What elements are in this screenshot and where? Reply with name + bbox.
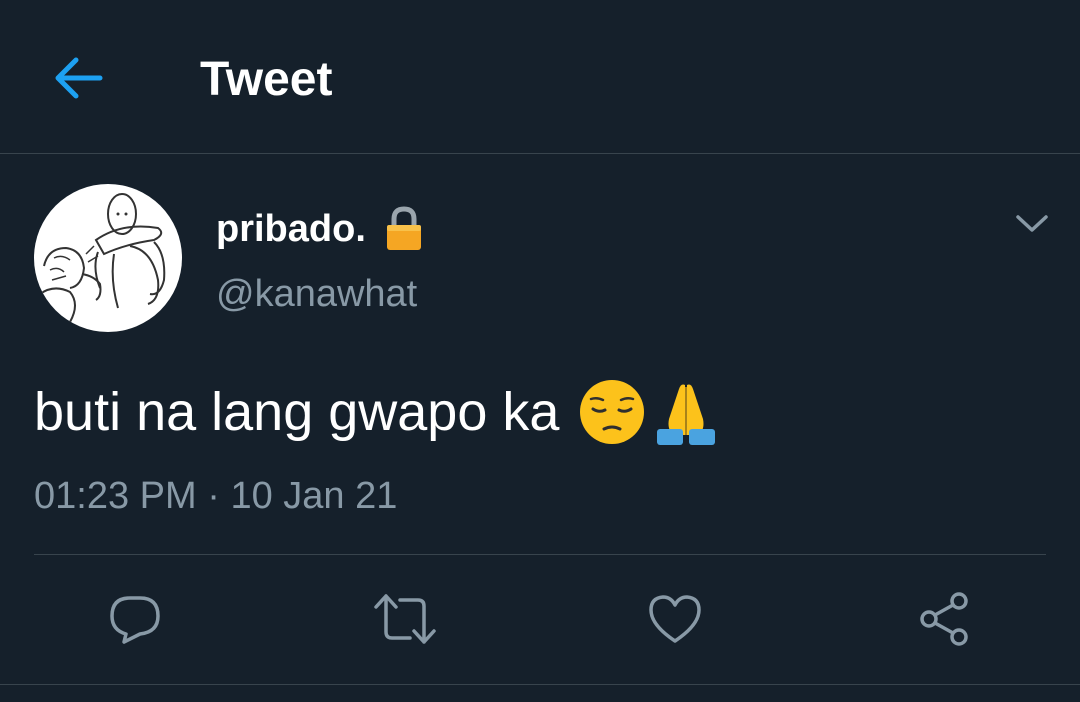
back-button[interactable] <box>42 46 114 110</box>
like-button[interactable] <box>642 586 708 652</box>
share-button[interactable] <box>912 586 978 652</box>
tweet-timestamp: 01:23 PM · 10 Jan 21 <box>34 472 397 520</box>
retweet-icon <box>374 594 436 644</box>
share-icon <box>920 592 968 646</box>
retweet-button[interactable] <box>372 586 438 652</box>
page-title: Tweet <box>200 53 333 106</box>
tweet-time: 01:23 PM <box>34 475 197 517</box>
action-bar <box>0 586 1080 652</box>
avatar-illustration <box>39 193 166 323</box>
tweet-text-content: buti na lang gwapo ka <box>34 382 560 442</box>
chevron-down-icon <box>1016 215 1048 232</box>
more-options-button[interactable] <box>1008 200 1056 248</box>
arrow-left-icon <box>55 57 103 99</box>
avatar[interactable] <box>34 184 182 332</box>
timestamp-separator: · <box>207 475 220 517</box>
lock-icon <box>386 206 421 250</box>
heart-icon <box>649 595 701 643</box>
author-handle[interactable]: @kanawhat <box>216 270 417 318</box>
reply-button[interactable] <box>102 586 168 652</box>
top-bar: Tweet <box>0 0 1080 154</box>
author-name-row[interactable]: pribado. <box>216 204 424 254</box>
comment-icon <box>110 596 160 644</box>
bottom-divider <box>0 684 1080 685</box>
divider <box>34 554 1046 555</box>
pensive-face-icon <box>580 380 645 444</box>
tweet-date: 10 Jan 21 <box>230 475 398 517</box>
display-name: pribado. <box>216 208 366 250</box>
folded-hands-icon <box>657 384 716 445</box>
tweet-text: buti na lang gwapo ka <box>34 374 721 450</box>
